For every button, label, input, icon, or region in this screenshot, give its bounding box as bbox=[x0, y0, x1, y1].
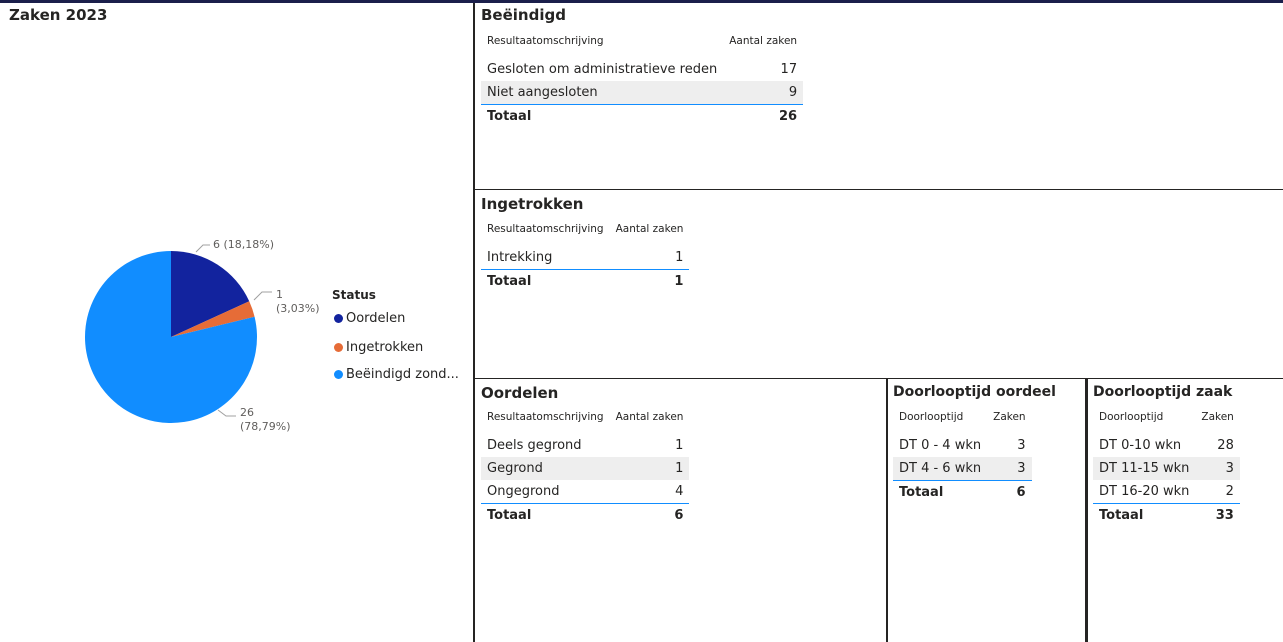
table-cell: 1 bbox=[675, 438, 684, 453]
total-row: Totaal 26 bbox=[481, 104, 804, 127]
table-row[interactable]: Niet aangesloten 9 bbox=[481, 81, 804, 105]
legend-dot-icon bbox=[334, 343, 343, 352]
pie-data-label-oordelen: 6 (18,18%) bbox=[213, 238, 275, 251]
pie-chart[interactable] bbox=[0, 140, 470, 640]
legend-label: Ingetrokken bbox=[346, 340, 424, 355]
table-cell: DT 16-20 wkn bbox=[1099, 484, 1190, 499]
total-value: 1 bbox=[609, 269, 690, 292]
column-header[interactable]: Doorlooptijd bbox=[1093, 406, 1196, 432]
total-value: 6 bbox=[609, 503, 690, 526]
divider bbox=[475, 189, 1283, 190]
pie-leader-line bbox=[195, 244, 210, 253]
table-row[interactable]: DT 4 - 6 wkn 3 bbox=[893, 457, 1032, 481]
column-header[interactable]: Resultaatomschrijving bbox=[481, 30, 724, 56]
total-label: Totaal bbox=[481, 503, 610, 526]
divider bbox=[475, 378, 1283, 379]
doorlooptijd-oordeel-title: Doorlooptijd oordeel bbox=[893, 384, 1056, 400]
total-label: Totaal bbox=[481, 104, 724, 127]
oordelen-table[interactable]: Resultaatomschrijving Aantal zaken Deels… bbox=[481, 406, 690, 526]
table-cell: DT 4 - 6 wkn bbox=[893, 457, 988, 481]
column-header[interactable]: Aantal zaken bbox=[723, 30, 804, 56]
table-cell: Deels gegrond bbox=[487, 438, 582, 453]
column-header[interactable]: Resultaatomschrijving bbox=[481, 406, 610, 432]
legend-dot-icon bbox=[334, 314, 343, 323]
total-label: Totaal bbox=[893, 480, 988, 503]
beeindigd-table[interactable]: Resultaatomschrijving Aantal zaken Geslo… bbox=[481, 30, 804, 127]
column-header[interactable]: Resultaatomschrijving bbox=[481, 218, 610, 244]
table-cell: 2 bbox=[1225, 484, 1234, 499]
table-cell: DT 0 - 4 wkn bbox=[899, 438, 982, 453]
table-cell: DT 0-10 wkn bbox=[1099, 438, 1182, 453]
legend-dot-icon bbox=[334, 370, 343, 379]
table-row[interactable]: DT 0-10 wkn 28 bbox=[1093, 431, 1240, 457]
table-cell: 3 bbox=[1195, 457, 1240, 480]
top-bar bbox=[0, 0, 1283, 3]
legend-title: Status bbox=[332, 288, 376, 302]
table-cell: Intrekking bbox=[487, 250, 553, 265]
table-cell: 1 bbox=[675, 250, 684, 265]
total-row: Totaal 1 bbox=[481, 269, 690, 292]
column-header[interactable]: Zaken bbox=[1195, 406, 1240, 432]
pie-leader-line bbox=[253, 291, 272, 301]
total-row: Totaal 33 bbox=[1093, 503, 1240, 526]
pie-data-label-ingetrokken-value: 1 bbox=[276, 288, 283, 301]
pie-leader-line bbox=[217, 409, 236, 417]
column-header[interactable]: Aantal zaken bbox=[609, 406, 690, 432]
table-cell: 4 bbox=[675, 484, 684, 499]
ingetrokken-title: Ingetrokken bbox=[481, 195, 584, 213]
table-row[interactable]: DT 16-20 wkn 2 bbox=[1093, 480, 1240, 504]
ingetrokken-table[interactable]: Resultaatomschrijving Aantal zaken Intre… bbox=[481, 218, 690, 292]
table-cell: 28 bbox=[1217, 438, 1234, 453]
table-cell: 9 bbox=[723, 81, 804, 105]
doorlooptijd-oordeel-table[interactable]: Doorlooptijd Zaken DT 0 - 4 wkn 3 DT 4 -… bbox=[893, 406, 1032, 503]
table-cell: DT 11-15 wkn bbox=[1093, 457, 1196, 480]
table-row[interactable]: Ongegrond 4 bbox=[481, 480, 689, 504]
pie-data-label-beeindigd-value: 26 bbox=[240, 406, 254, 419]
table-cell: 3 bbox=[987, 457, 1032, 481]
total-row: Totaal 6 bbox=[893, 480, 1032, 503]
total-label: Totaal bbox=[1093, 503, 1196, 526]
column-header[interactable]: Aantal zaken bbox=[609, 218, 690, 244]
total-value: 33 bbox=[1195, 503, 1240, 526]
table-row[interactable]: Gesloten om administratieve reden 17 bbox=[481, 55, 803, 81]
beeindigd-title: Beëindigd bbox=[481, 6, 566, 24]
table-row[interactable]: DT 11-15 wkn 3 bbox=[1093, 457, 1240, 480]
table-cell: Gegrond bbox=[481, 457, 610, 480]
doorlooptijd-zaak-table[interactable]: Doorlooptijd Zaken DT 0-10 wkn 28 DT 11-… bbox=[1093, 406, 1240, 526]
table-cell: 17 bbox=[780, 62, 798, 77]
legend-label: Oordelen bbox=[346, 311, 406, 326]
column-header[interactable]: Doorlooptijd bbox=[893, 406, 988, 432]
oordelen-title: Oordelen bbox=[481, 384, 559, 402]
total-row: Totaal 6 bbox=[481, 503, 690, 526]
doorlooptijd-zaak-title: Doorlooptijd zaak bbox=[1093, 384, 1233, 400]
table-cell: 1 bbox=[609, 457, 690, 480]
divider bbox=[1085, 379, 1088, 642]
divider bbox=[473, 3, 475, 642]
table-row[interactable]: Gegrond 1 bbox=[481, 457, 690, 480]
total-value: 26 bbox=[723, 104, 804, 127]
legend-item-oordelen[interactable]: Oordelen bbox=[334, 311, 405, 326]
table-cell: Gesloten om administratieve reden bbox=[487, 62, 718, 77]
legend-item-beeindigd[interactable]: Beëindigd zond... bbox=[334, 367, 459, 382]
legend-item-ingetrokken[interactable]: Ingetrokken bbox=[334, 340, 423, 355]
table-row[interactable]: Deels gegrond 1 bbox=[481, 431, 689, 457]
column-header[interactable]: Zaken bbox=[987, 406, 1032, 432]
table-row[interactable]: DT 0 - 4 wkn 3 bbox=[893, 431, 1032, 457]
pie-data-label-ingetrokken-pct: (3,03%) bbox=[276, 302, 320, 315]
pie-data-label-beeindigd-pct: (78,79%) bbox=[240, 420, 291, 433]
legend-label: Beëindigd zond... bbox=[346, 367, 459, 382]
table-cell: 3 bbox=[1017, 438, 1026, 453]
table-cell: Ongegrond bbox=[487, 484, 560, 499]
divider bbox=[886, 379, 888, 642]
table-row[interactable]: Intrekking 1 bbox=[481, 243, 689, 270]
total-value: 6 bbox=[987, 480, 1032, 503]
pie-chart-title: Zaken 2023 bbox=[9, 6, 108, 24]
total-label: Totaal bbox=[481, 269, 610, 292]
table-cell: Niet aangesloten bbox=[481, 81, 724, 105]
